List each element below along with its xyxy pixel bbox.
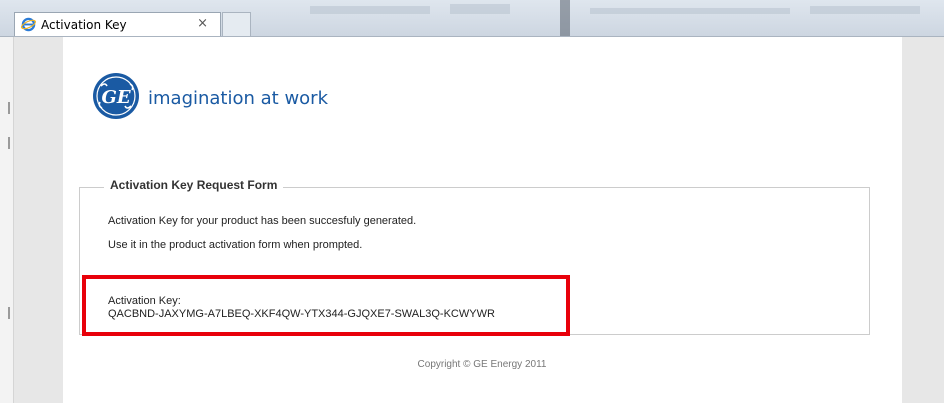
form-legend: Activation Key Request Form: [104, 178, 284, 192]
window-left-edge: [0, 37, 14, 403]
copyright-footer: Copyright © GE Energy 2011: [0, 359, 944, 370]
ge-monogram-icon: GE: [93, 73, 139, 119]
tab-close-button[interactable]: ×: [197, 16, 208, 31]
brand-tagline: imagination at work: [148, 88, 328, 109]
browser-toolbar: Activation Key ×: [0, 0, 944, 37]
instruction-message: Use it in the product activation form wh…: [108, 239, 363, 251]
internet-explorer-icon: [21, 17, 36, 32]
svg-text:GE: GE: [101, 87, 130, 108]
ge-logo: GE: [92, 72, 140, 125]
background-window-blur: [250, 0, 944, 36]
new-tab-button[interactable]: [222, 12, 251, 36]
copyright-text: Copyright © GE Energy 2011: [417, 359, 547, 370]
success-message: Activation Key for your product has been…: [108, 215, 417, 227]
highlight-box: [82, 275, 570, 336]
tab-label: Activation Key: [41, 18, 127, 32]
tab-activation-key[interactable]: Activation Key ×: [14, 12, 221, 36]
